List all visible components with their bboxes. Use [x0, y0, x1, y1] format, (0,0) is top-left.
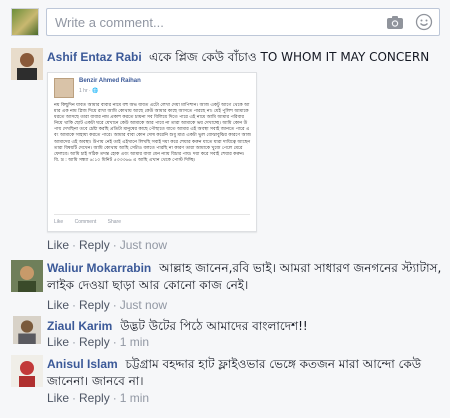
comment-item: Waliur Mokarrabin আল্লাহ জানেন,রবি ভাই। …: [0, 257, 450, 317]
camera-icon[interactable]: [386, 13, 404, 31]
like-link[interactable]: Like: [47, 391, 69, 405]
comment-text: উদ্ভট উটের পিঠে আমাদের বাংলাদেশ!!: [120, 319, 308, 333]
embedded-post-avatar: [54, 78, 74, 98]
comment-text: একে প্লিজ কেউ বাঁচাও TO WHOM IT MAY CONC…: [149, 50, 430, 64]
embedded-post-actions: Like Comment Share: [54, 219, 121, 225]
reply-link[interactable]: Reply: [79, 391, 110, 405]
comment-author[interactable]: Anisul Islam: [47, 357, 118, 371]
timestamp[interactable]: 1 min: [120, 391, 149, 405]
smiley-icon[interactable]: [415, 13, 433, 31]
current-user-avatar: [11, 8, 39, 36]
avatar[interactable]: [11, 48, 43, 80]
reply-link[interactable]: Reply: [79, 238, 110, 252]
comment-item: Ashif Entaz Rabi একে প্লিজ কেউ বাঁচাও TO…: [0, 48, 450, 278]
like-link[interactable]: Like: [47, 298, 69, 312]
avatar[interactable]: [11, 260, 43, 292]
embedded-post-meta: 1 hr · 🌐: [79, 88, 99, 94]
timestamp[interactable]: Just now: [120, 298, 167, 312]
comment-actions: Like · Reply · 1 min: [47, 335, 150, 349]
like-link[interactable]: Like: [47, 335, 69, 349]
avatar[interactable]: [13, 316, 41, 344]
timestamp[interactable]: 1 min: [120, 335, 149, 349]
embedded-post-divider: [54, 214, 250, 215]
embedded-post-author: Benzir Ahmed Raihan: [79, 78, 141, 84]
comment-author[interactable]: Waliur Mokarrabin: [47, 261, 151, 275]
comment-item: Anisul Islam চট্টগ্রাম বহদ্দার হাট ফ্লাই…: [0, 354, 450, 414]
comment-item: Ziaul Karim উদ্ভট উটের পিঠে আমাদের বাংলা…: [0, 315, 450, 355]
avatar[interactable]: [11, 355, 43, 387]
attached-post-screenshot[interactable]: Benzir Ahmed Raihan 1 hr · 🌐 নয় কিছুদিন…: [47, 72, 257, 232]
embedded-post-text: নয় কিছুদিন যাবত আমার বাবার নামে বহু অভ …: [54, 103, 252, 163]
comment-actions: Like · Reply · 1 min: [47, 391, 150, 405]
reply-link[interactable]: Reply: [79, 298, 110, 312]
comment-actions: Like · Reply · Just now: [47, 298, 168, 312]
like-link[interactable]: Like: [47, 238, 69, 252]
comment-author[interactable]: Ashif Entaz Rabi: [47, 50, 142, 64]
comment-composer: Write a comment...: [0, 0, 450, 44]
timestamp[interactable]: Just now: [120, 238, 167, 252]
reply-link[interactable]: Reply: [79, 335, 110, 349]
comment-input[interactable]: Write a comment...: [46, 8, 440, 36]
comment-actions: Like · Reply · Just now: [47, 238, 168, 252]
comment-author[interactable]: Ziaul Karim: [47, 319, 112, 333]
